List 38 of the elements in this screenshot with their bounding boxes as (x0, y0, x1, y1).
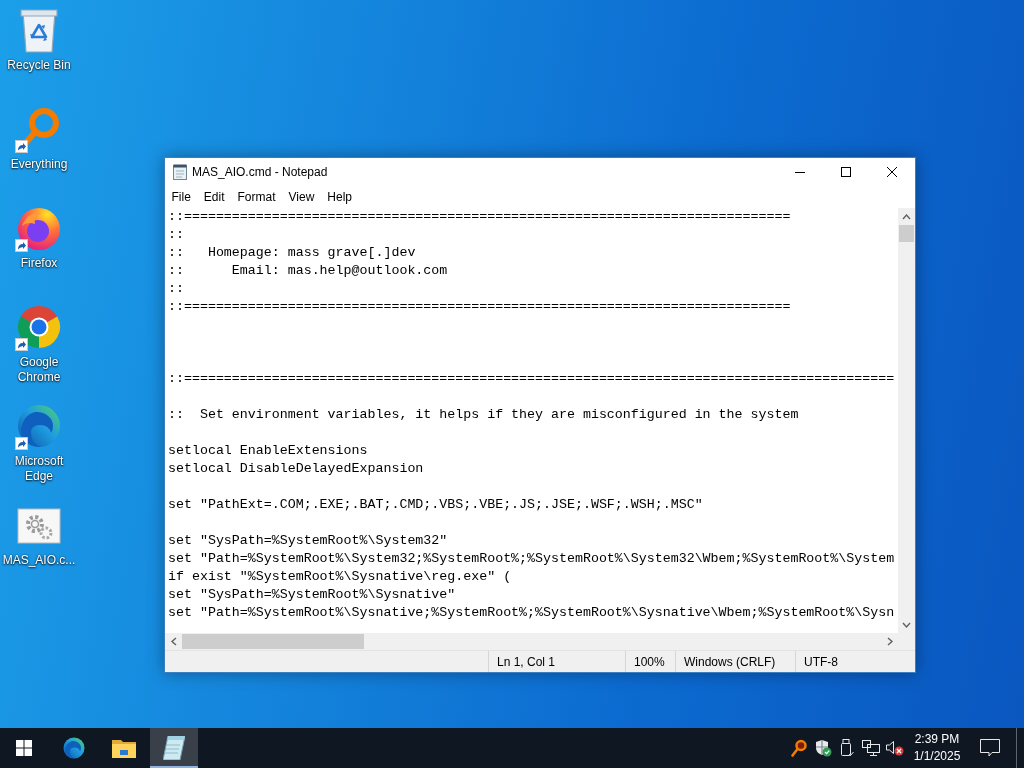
minimize-icon[interactable] (795, 171, 805, 173)
notifications-icon[interactable] (980, 739, 1000, 757)
zoom-level: 100% (634, 654, 665, 669)
swirl-icon[interactable] (62, 736, 86, 760)
text-encoding: UTF-8 (804, 654, 838, 669)
close-icon[interactable] (887, 167, 897, 177)
clock-time[interactable]: 2:39 PM (914, 731, 960, 748)
chevron-right-icon[interactable] (885, 637, 894, 646)
folder-icon[interactable] (112, 738, 136, 758)
scrollbar-thumb[interactable] (899, 225, 914, 242)
line-endings: Windows (CRLF) (684, 654, 776, 669)
window-title: MAS_AIO.cmd - Notepad (192, 165, 328, 179)
segmented-circle-icon[interactable] (15, 303, 63, 351)
usb-drive-icon[interactable] (840, 739, 854, 757)
chevron-down-icon[interactable] (902, 620, 911, 629)
network-icon[interactable] (862, 740, 880, 756)
notepad-icon[interactable] (163, 736, 185, 760)
menu-item[interactable]: Help (320, 186, 359, 208)
shield-icon[interactable] (814, 739, 832, 757)
maximize-icon[interactable] (841, 167, 851, 177)
vertical-scrollbar[interactable] (898, 208, 915, 633)
clock-date[interactable]: 1/1/2025 (913, 748, 961, 765)
text-editor[interactable]: ::============================================================================ :: :: Homepage: mass grave[.]dev :: Email: mas.help@outlook.com :: ::============================================================================ ::========================================================================================= :: Set environment variables, it helps if they are misconfigured in the system setlocal EnableExtensions setlocal DisableDelayedExpansion set "PathExt=.COM;.EXE;.BAT;.CMD;.VBS;.VBE;.JS;.JSE;.WSF;.WSH;.MSC" set "SysPath=%SystemRoot%\System32" set "Path=%SystemRoot%\System32;%SystemRoot%;%SystemRoot%\System32\Wbem;%SystemRoot%\System if exist "%SystemRoot%\Sysnative\reg.exe" ( set "SysPath=%SystemRoot%\Sysnative" set "Path=%SystemRoot%\Sysnative;%SystemRoot%;%SystemRoot%\Sysnative\Wbem;%SystemRoot%\Sysn (165, 208, 898, 633)
horizontal-scrollbar[interactable] (165, 633, 898, 650)
taskbar-button[interactable] (150, 728, 198, 768)
chevron-up-icon[interactable] (902, 212, 911, 221)
chevron-left-icon[interactable] (169, 637, 178, 646)
speaker-muted-icon[interactable] (886, 740, 904, 756)
scrollbar-thumb[interactable] (182, 634, 364, 649)
notepad-icon (173, 164, 188, 180)
menu-item[interactable]: Edit (197, 186, 232, 208)
menu-item[interactable]: View (282, 186, 321, 208)
menu-item[interactable]: Format (231, 186, 283, 208)
menu-item[interactable]: File (165, 186, 198, 208)
cursor-position: Ln 1, Col 1 (497, 654, 556, 669)
start-icon[interactable] (16, 740, 32, 756)
swirl-icon[interactable] (15, 402, 63, 450)
magnifier-icon[interactable] (791, 739, 807, 757)
